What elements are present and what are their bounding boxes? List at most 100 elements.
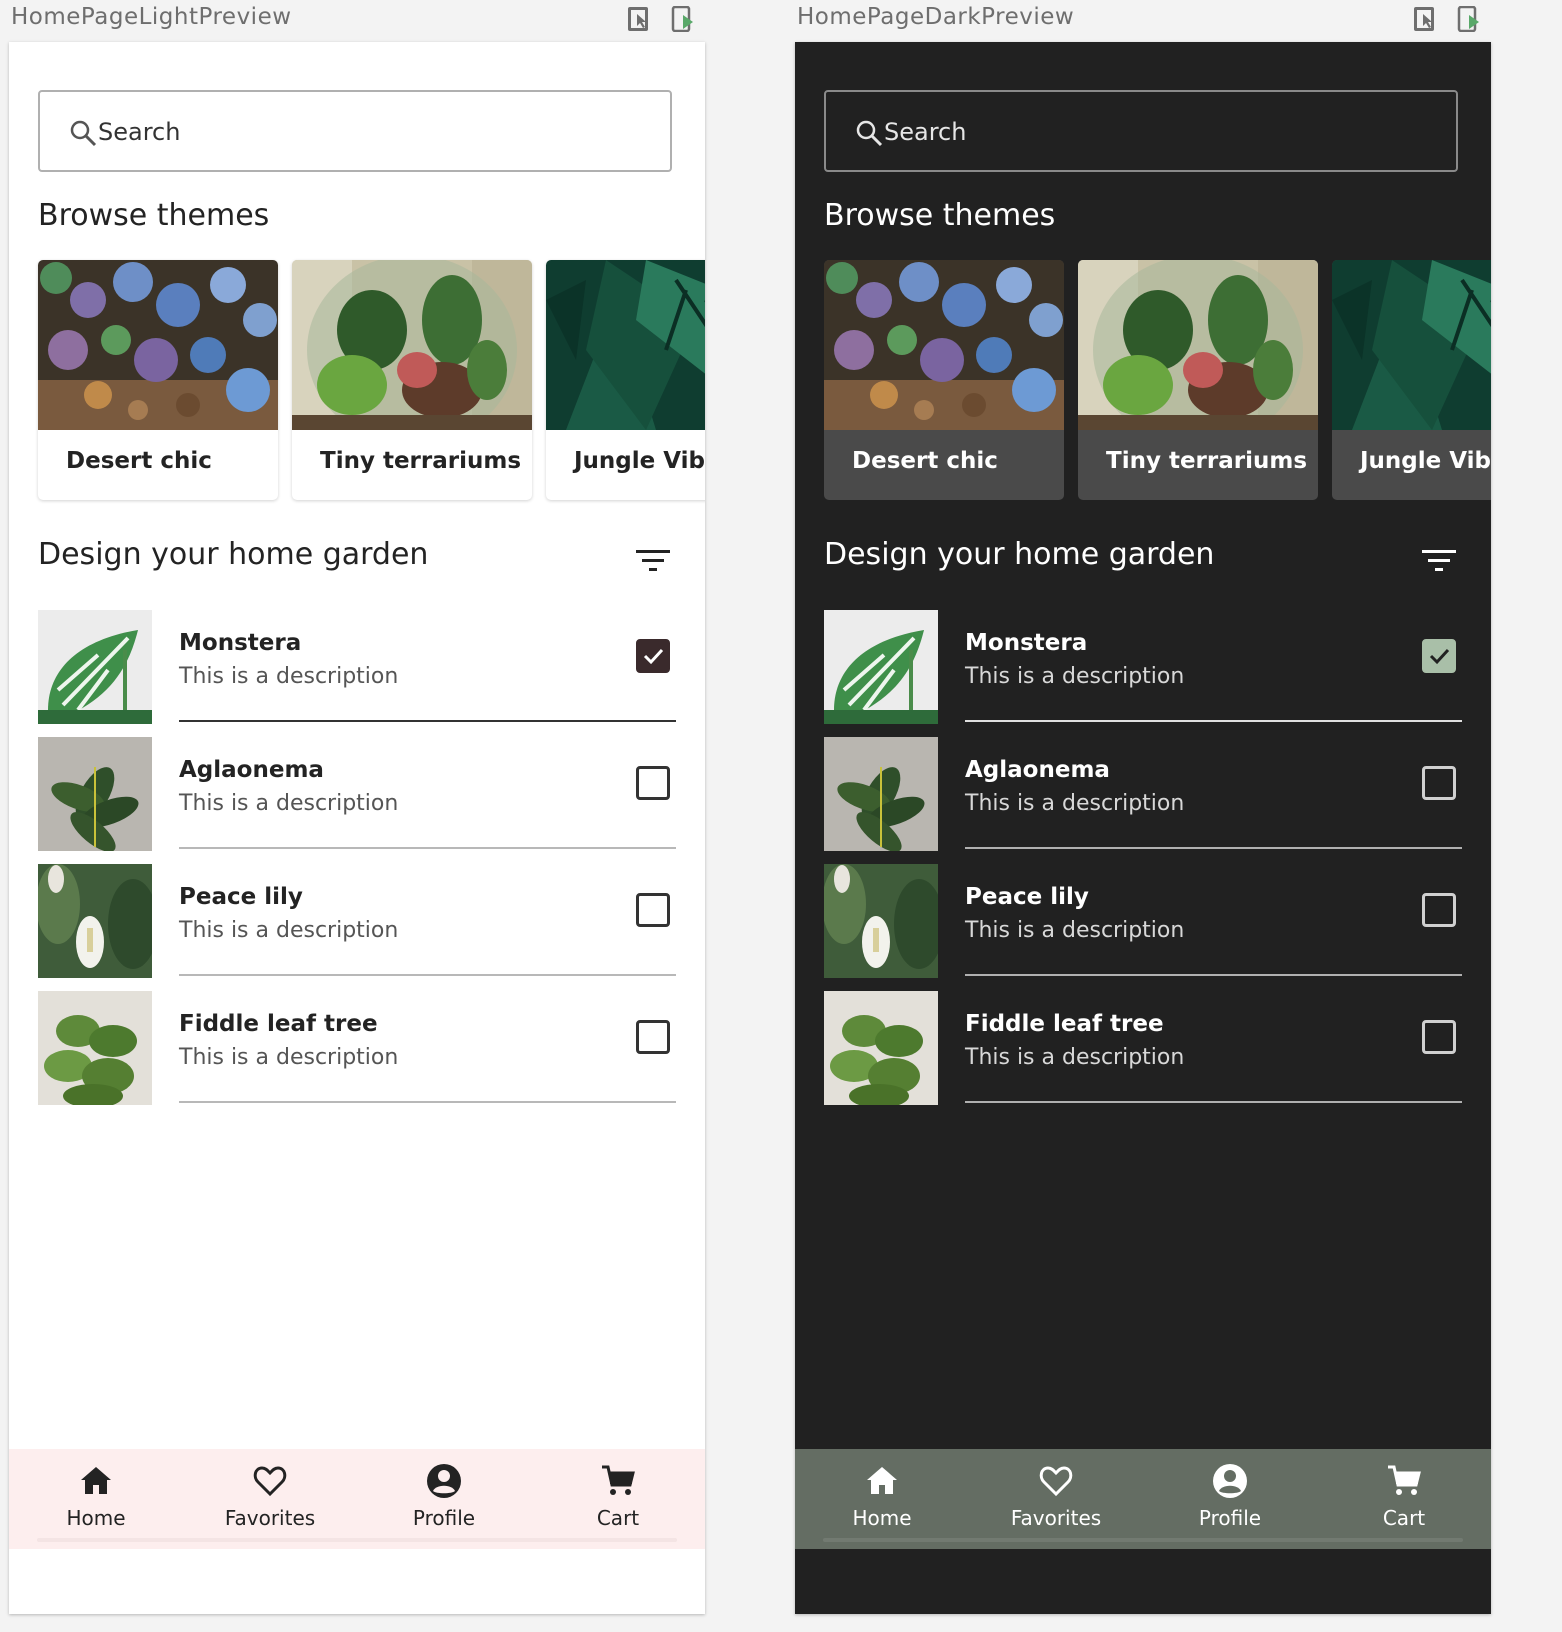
row-divider <box>965 847 1462 849</box>
heart-outline-icon <box>1038 1463 1074 1499</box>
plant-row-aglaonema[interactable]: Aglaonema This is a description <box>824 737 1464 852</box>
theme-card-tiny-terrariums[interactable]: Tiny terrariums <box>1078 260 1318 500</box>
nav-item-cart[interactable]: Cart <box>531 1449 705 1549</box>
nav-label: Home <box>66 1506 126 1530</box>
nav-item-home[interactable]: Home <box>795 1449 969 1549</box>
nav-label: Cart <box>1382 1506 1426 1530</box>
plant-name: Peace lily <box>179 884 303 910</box>
fiddle-leaf-photo <box>824 991 938 1108</box>
theme-card-desert-chic[interactable]: Desert chic <box>824 260 1064 500</box>
light-preview: HomePageLightPreview Search Browse theme… <box>9 0 715 1632</box>
theme-card-desert-chic[interactable]: Desert chic <box>38 260 278 500</box>
theme-label: Desert chic <box>66 448 212 474</box>
search-icon <box>854 118 884 148</box>
gesture-bar <box>37 1538 677 1542</box>
deploy-preview-icon[interactable] <box>671 5 695 33</box>
plant-row-fiddle-leaf-tree[interactable]: Fiddle leaf tree This is a description <box>38 991 678 1108</box>
plant-row-peace-lily[interactable]: Peace lily This is a description <box>36 864 678 978</box>
terrarium-photo <box>1078 260 1318 445</box>
plant-description: This is a description <box>179 791 399 816</box>
row-divider <box>965 720 1462 722</box>
preview-header: HomePageDarkPreview <box>795 0 1501 42</box>
preview-title: HomePageDarkPreview <box>797 4 1075 30</box>
plant-name: Aglaonema <box>179 757 324 783</box>
interactive-mode-icon[interactable] <box>627 6 651 32</box>
browse-themes-title: Browse themes <box>824 198 1056 233</box>
plant-description: This is a description <box>179 1045 399 1070</box>
aglaonema-photo <box>38 737 152 852</box>
peace-lily-photo <box>822 864 944 978</box>
search-placeholder: Search <box>884 118 967 146</box>
plant-checkbox[interactable] <box>636 639 670 673</box>
plant-checkbox[interactable] <box>1422 766 1456 800</box>
shopping-cart-icon <box>600 1463 636 1499</box>
search-field[interactable]: Search <box>38 90 672 172</box>
themes-carousel[interactable]: Desert chic Tiny terrariums Jungle Vibe <box>38 260 705 500</box>
theme-card-tiny-terrariums[interactable]: Tiny terrariums <box>292 260 532 500</box>
nav-item-home[interactable]: Home <box>9 1449 183 1549</box>
deploy-preview-icon[interactable] <box>1457 5 1481 33</box>
home-icon <box>78 1463 114 1499</box>
search-icon <box>68 118 98 148</box>
design-garden-title: Design your home garden <box>38 537 429 572</box>
gesture-bar <box>823 1538 1463 1542</box>
phone-screen: Search Browse themes Desert chic Tiny te… <box>795 42 1491 1614</box>
design-garden-title: Design your home garden <box>824 537 1215 572</box>
dark-preview: HomePageDarkPreview Search Browse themes <box>795 0 1501 1632</box>
row-divider <box>179 720 676 722</box>
theme-label: Desert chic <box>852 448 998 474</box>
account-circle-icon <box>426 1463 462 1499</box>
plant-name: Monstera <box>965 630 1088 656</box>
plant-checkbox[interactable] <box>1422 893 1456 927</box>
home-icon <box>864 1463 900 1499</box>
nav-item-profile[interactable]: Profile <box>1143 1449 1317 1549</box>
nav-item-favorites[interactable]: Favorites <box>969 1449 1143 1549</box>
shopping-cart-icon <box>1386 1463 1422 1499</box>
plant-row-peace-lily[interactable]: Peace lily This is a description <box>822 864 1464 978</box>
nav-label: Home <box>852 1506 912 1530</box>
search-placeholder: Search <box>98 118 181 146</box>
row-divider <box>179 974 676 976</box>
plant-checkbox[interactable] <box>636 766 670 800</box>
nav-label: Profile <box>1198 1506 1262 1530</box>
monstera-photo <box>38 610 152 724</box>
monstera-photo <box>824 610 938 724</box>
theme-label: Jungle Vibes <box>574 448 705 474</box>
filter-list-icon[interactable] <box>636 547 670 575</box>
filter-list-icon[interactable] <box>1422 547 1456 575</box>
nav-label: Favorites <box>224 1506 316 1530</box>
nav-item-favorites[interactable]: Favorites <box>183 1449 357 1549</box>
plant-row-aglaonema[interactable]: Aglaonema This is a description <box>38 737 678 852</box>
nav-label: Cart <box>596 1506 640 1530</box>
preview-header: HomePageLightPreview <box>9 0 715 42</box>
row-divider <box>179 1101 676 1103</box>
browse-themes-title: Browse themes <box>38 198 270 233</box>
plant-description: This is a description <box>965 664 1185 689</box>
monstera-leaves-photo <box>546 260 705 430</box>
nav-item-cart[interactable]: Cart <box>1317 1449 1491 1549</box>
monstera-leaves-photo <box>1332 260 1491 430</box>
plant-description: This is a description <box>179 664 399 689</box>
plant-checkbox[interactable] <box>1422 639 1456 673</box>
nav-item-profile[interactable]: Profile <box>357 1449 531 1549</box>
plant-description: This is a description <box>965 1045 1185 1070</box>
theme-card-jungle-vibes[interactable]: Jungle Vibes <box>1332 260 1491 500</box>
check-icon <box>1429 648 1450 665</box>
aglaonema-photo <box>824 737 938 852</box>
plant-name: Peace lily <box>965 884 1089 910</box>
plant-row-monstera[interactable]: Monstera This is a description <box>824 610 1464 724</box>
plant-name: Aglaonema <box>965 757 1110 783</box>
plant-checkbox[interactable] <box>636 1020 670 1054</box>
plant-row-monstera[interactable]: Monstera This is a description <box>38 610 678 724</box>
theme-label: Tiny terrariums <box>320 448 522 474</box>
plant-checkbox[interactable] <box>1422 1020 1456 1054</box>
plant-name: Fiddle leaf tree <box>965 1011 1164 1037</box>
themes-carousel[interactable]: Desert chic Tiny terrariums Jungle Vibe <box>824 260 1491 500</box>
theme-card-jungle-vibes[interactable]: Jungle Vibes <box>546 260 705 500</box>
plant-checkbox[interactable] <box>636 893 670 927</box>
interactive-mode-icon[interactable] <box>1413 6 1437 32</box>
search-field[interactable]: Search <box>824 90 1458 172</box>
plant-row-fiddle-leaf-tree[interactable]: Fiddle leaf tree This is a description <box>824 991 1464 1108</box>
plant-description: This is a description <box>965 918 1185 943</box>
terrarium-photo <box>292 260 532 445</box>
